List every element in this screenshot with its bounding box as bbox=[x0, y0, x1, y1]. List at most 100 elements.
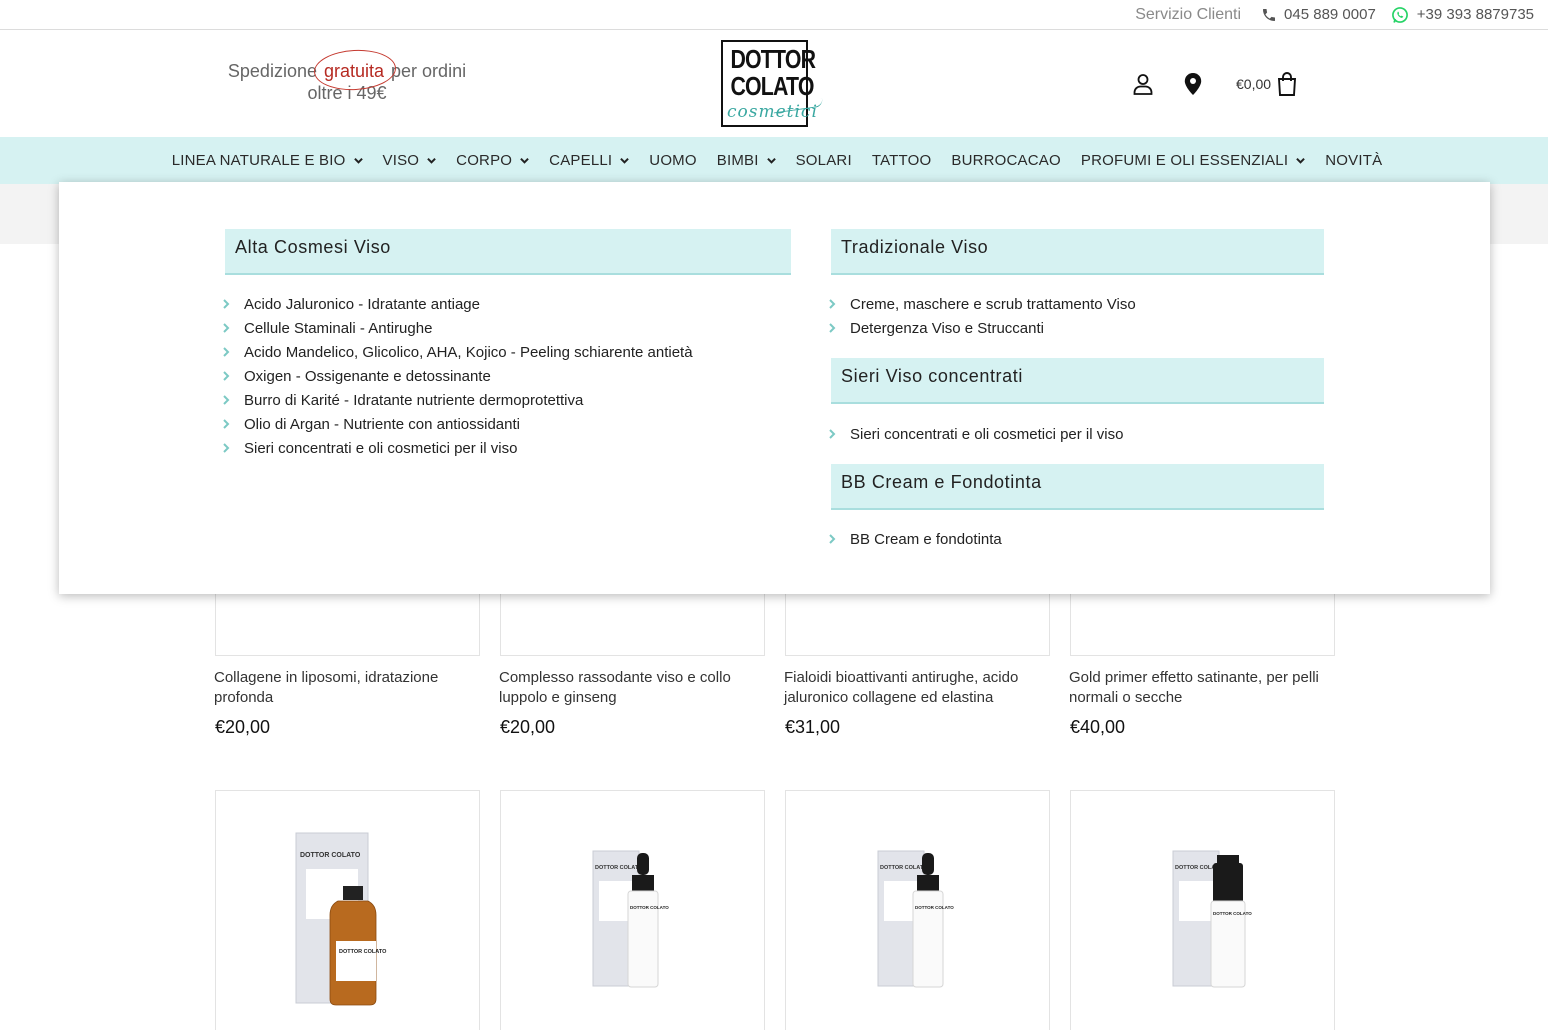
logo-line-1: DOTTOR bbox=[730, 44, 816, 74]
mega-menu-link[interactable]: Acido Jaluronico - Idratante antiage bbox=[222, 292, 693, 316]
mega-menu-link[interactable]: Sieri concentrati e oli cosmetici per il… bbox=[828, 422, 1123, 446]
chevron-down-icon bbox=[520, 157, 529, 164]
product-image-amber-bottle: DOTTOR COLATO DOTTOR COLATO bbox=[295, 832, 387, 1006]
product-card-image-1[interactable] bbox=[215, 594, 480, 656]
nav-item-label: PROFUMI E OLI ESSENZIALI bbox=[1080, 152, 1289, 169]
mega-menu-link-label: Cellule Staminali - Antirughe bbox=[244, 319, 433, 337]
mega-menu-link-label: Acido Mandelico, Glicolico, AHA, Kojico … bbox=[244, 343, 693, 361]
nav-item-label: BURROCACAO bbox=[951, 152, 1061, 169]
main-nav: LINEA NATURALE E BIO VISO CORPO CAPELLI UOMO… bbox=[0, 137, 1548, 184]
product-price-1: €20,00 bbox=[215, 717, 271, 737]
nav-item-label: CAPELLI bbox=[549, 152, 613, 169]
chevron-right-icon bbox=[222, 419, 244, 429]
bottle-brand-label: DOTTOR COLATO bbox=[915, 905, 954, 910]
nav-item-label: NOVITÀ bbox=[1325, 152, 1383, 169]
nav-item-label: TATTOO bbox=[871, 152, 932, 169]
chevron-right-icon bbox=[222, 371, 244, 381]
shopping-bag-icon bbox=[1278, 72, 1297, 96]
chevron-right-icon bbox=[828, 323, 850, 333]
mega-menu-link[interactable]: Acido Mandelico, Glicolico, AHA, Kojico … bbox=[222, 340, 693, 364]
site-logo[interactable]: DOTTOR COLATO cosmetici bbox=[721, 40, 824, 127]
phone-icon bbox=[1263, 8, 1276, 21]
chevron-right-icon bbox=[222, 323, 244, 333]
nav-item-viso[interactable]: VISO bbox=[383, 152, 437, 169]
chevron-right-icon bbox=[828, 429, 850, 439]
chevron-right-icon bbox=[828, 299, 850, 309]
mega-menu-link-label: Oxigen - Ossigenante e detossinante bbox=[244, 367, 491, 385]
product-name-3[interactable]: Fialoidi bioattivanti antirughe, acido j… bbox=[784, 668, 1049, 708]
nav-item-burrocacao[interactable]: BURROCACAO bbox=[951, 152, 1061, 169]
nav-item-tattoo[interactable]: TATTOO bbox=[872, 152, 932, 169]
cart-button[interactable]: €0,00 bbox=[1236, 72, 1297, 96]
mega-menu-link-label: Sieri concentrati e oli cosmetici per il… bbox=[244, 439, 518, 457]
nav-item-linea-naturale-e-bio[interactable]: LINEA NATURALE E BIO bbox=[172, 152, 363, 169]
bottle-brand-label: DOTTOR COLATO bbox=[630, 905, 669, 910]
nav-item-profumi-e-oli-essenziali[interactable]: PROFUMI E OLI ESSENZIALI bbox=[1080, 152, 1306, 169]
account-icon[interactable] bbox=[1132, 72, 1154, 96]
section-header-bb-cream[interactable]: BB Cream e Fondotinta bbox=[831, 464, 1324, 510]
whatsapp-number: +39 393 8879735 bbox=[1416, 6, 1534, 23]
product-image-serum-dropper: DOTTOR COLATO DOTTOR COLATO bbox=[592, 850, 669, 988]
product-name-4[interactable]: Gold primer effetto satinante, per pelli… bbox=[1069, 668, 1334, 708]
promo-text-before: Spedizione bbox=[227, 61, 322, 81]
nav-item-capelli[interactable]: CAPELLI bbox=[549, 152, 630, 169]
menu-list-alta-cosmesi: Acido Jaluronico - Idratante antiage Cell… bbox=[222, 292, 693, 460]
nav-item-label: VISO bbox=[382, 152, 420, 169]
section-header-tradizionale[interactable]: Tradizionale Viso bbox=[831, 229, 1324, 275]
menu-list-bb-cream: BB Cream e fondotinta bbox=[828, 527, 1002, 551]
mega-menu-link-label: Olio di Argan - Nutriente con antiossida… bbox=[244, 415, 520, 433]
product-card-image-2[interactable] bbox=[500, 594, 765, 656]
section-header-alta-cosmesi[interactable]: Alta Cosmesi Viso bbox=[225, 229, 791, 275]
product-price-2: €20,00 bbox=[500, 717, 556, 737]
header-actions: €0,00 bbox=[1132, 70, 1297, 98]
mega-menu-link[interactable]: Cellule Staminali - Antirughe bbox=[222, 316, 693, 340]
viso-mega-menu: Alta Cosmesi Viso Acido Jaluronico - Idr… bbox=[59, 182, 1490, 594]
mega-menu-link-label: Detergenza Viso e Struccanti bbox=[850, 319, 1044, 337]
mega-menu-link[interactable]: Burro di Karité - Idratante nutriente de… bbox=[222, 388, 693, 412]
nav-item-label: LINEA NATURALE E BIO bbox=[171, 152, 346, 169]
top-bar-contacts: Servizio Clienti 045 889 0007 +39 393 88… bbox=[1135, 0, 1534, 29]
cart-total: €0,00 bbox=[1236, 76, 1272, 92]
box-brand-label: DOTTOR COLATO bbox=[300, 852, 361, 859]
nav-item-corpo[interactable]: CORPO bbox=[456, 152, 529, 169]
product-card-image-4[interactable] bbox=[1070, 594, 1335, 656]
phone-link[interactable]: 045 889 0007 bbox=[1261, 6, 1376, 23]
customer-service-link[interactable]: Servizio Clienti bbox=[1135, 6, 1241, 24]
product-price-4: €40,00 bbox=[1070, 717, 1126, 737]
chevron-right-icon bbox=[828, 534, 850, 544]
nav-item-label: BIMBI bbox=[716, 152, 759, 169]
nav-item-novità[interactable]: NOVITÀ bbox=[1325, 152, 1382, 169]
product-price-3: €31,00 bbox=[785, 717, 841, 737]
chevron-down-icon bbox=[766, 157, 776, 164]
mega-menu-link-label: Acido Jaluronico - Idratante antiage bbox=[244, 295, 480, 313]
site-header: Spedizione gratuita per ordini oltre i 4… bbox=[0, 30, 1548, 137]
product-card-6[interactable]: DOTTOR COLATO DOTTOR COLATO bbox=[500, 790, 765, 1030]
chevron-right-icon bbox=[222, 395, 244, 405]
mega-menu-link-label: Burro di Karité - Idratante nutriente de… bbox=[244, 391, 584, 409]
store-locator-icon[interactable] bbox=[1182, 72, 1204, 96]
product-card-8[interactable]: DOTTOR COLATO DOTTOR COLATO bbox=[1070, 790, 1335, 1030]
nav-item-solari[interactable]: SOLARI bbox=[796, 152, 852, 169]
product-card-image-3[interactable] bbox=[785, 594, 1050, 656]
mega-menu-link[interactable]: Creme, maschere e scrub trattamento Viso bbox=[828, 292, 1136, 316]
nav-item-uomo[interactable]: UOMO bbox=[649, 152, 696, 169]
mega-menu-link[interactable]: Detergenza Viso e Struccanti bbox=[828, 316, 1136, 340]
product-name-2[interactable]: Complesso rassodante viso e collo luppol… bbox=[499, 668, 764, 708]
product-name-1[interactable]: Collagene in liposomi, idratazione profo… bbox=[214, 668, 479, 708]
box-brand-label: DOTTOR COLATO bbox=[880, 865, 928, 871]
mega-menu-link[interactable]: Olio di Argan - Nutriente con antiossida… bbox=[222, 412, 693, 436]
nav-item-bimbi[interactable]: BIMBI bbox=[717, 152, 776, 169]
chevron-down-icon bbox=[1296, 157, 1306, 164]
promo-highlight: gratuita bbox=[323, 61, 385, 81]
product-card-5[interactable]: DOTTOR COLATO DOTTOR COLATO bbox=[215, 790, 480, 1030]
menu-list-sieri: Sieri concentrati e oli cosmetici per il… bbox=[828, 422, 1123, 446]
mega-menu-link-label: Sieri concentrati e oli cosmetici per il… bbox=[850, 425, 1124, 443]
product-card-7[interactable]: DOTTOR COLATO DOTTOR COLATO bbox=[785, 790, 1050, 1030]
mega-menu-link[interactable]: BB Cream e fondotinta bbox=[828, 527, 1002, 551]
section-header-sieri[interactable]: Sieri Viso concentrati bbox=[831, 358, 1324, 404]
chevron-right-icon bbox=[222, 299, 244, 309]
logo-line-2: COLATO bbox=[730, 71, 814, 101]
whatsapp-link[interactable]: +39 393 8879735 bbox=[1390, 5, 1534, 25]
mega-menu-link[interactable]: Oxigen - Ossigenante e detossinante bbox=[222, 364, 693, 388]
mega-menu-link[interactable]: Sieri concentrati e oli cosmetici per il… bbox=[222, 436, 693, 460]
